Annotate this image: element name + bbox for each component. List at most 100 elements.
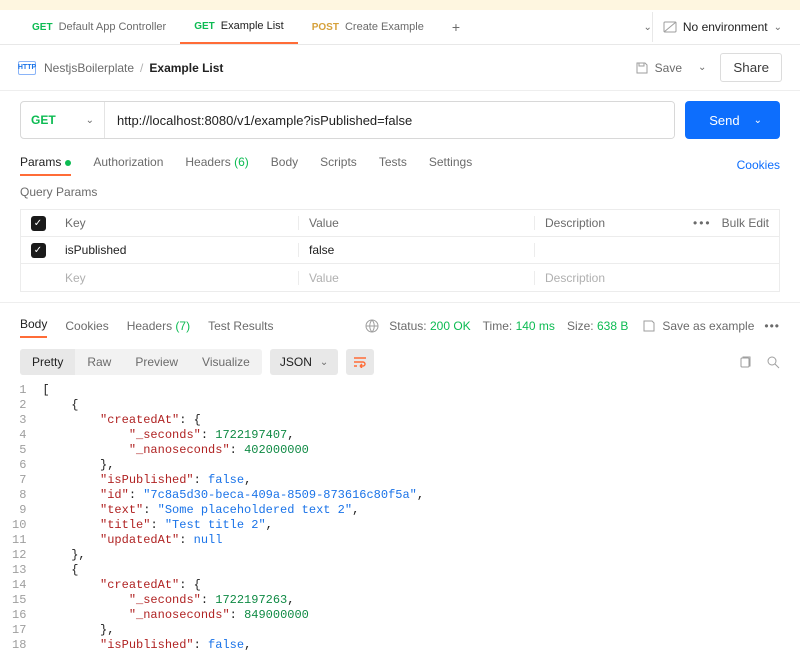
query-params-label: Query Params bbox=[0, 181, 800, 203]
http-badge-icon: HTTP bbox=[18, 61, 36, 75]
url-box: GET ⌄ bbox=[20, 101, 675, 139]
subtab-scripts[interactable]: Scripts bbox=[320, 155, 357, 175]
response-toolbar: Pretty Raw Preview Visualize JSON ⌄ bbox=[0, 341, 800, 383]
table-row: ✓ isPublished false bbox=[21, 237, 779, 264]
save-icon bbox=[642, 319, 656, 333]
subtab-settings[interactable]: Settings bbox=[429, 155, 472, 175]
tab-default-app-controller[interactable]: GET Default App Controller bbox=[18, 10, 180, 44]
format-select[interactable]: JSON ⌄ bbox=[270, 349, 338, 375]
chevron-down-icon: ⌄ bbox=[320, 357, 328, 368]
bulk-edit-link[interactable]: Bulk Edit bbox=[722, 216, 769, 230]
save-button[interactable]: Save bbox=[625, 56, 692, 80]
resp-headers-label: Headers bbox=[127, 319, 172, 333]
method-select[interactable]: GET ⌄ bbox=[21, 102, 105, 138]
resp-tab-test-results[interactable]: Test Results bbox=[208, 319, 273, 333]
tab-label: Create Example bbox=[345, 21, 424, 33]
status-info: Status: 200 OK Time: 140 ms Size: 638 B bbox=[389, 319, 628, 333]
row-checkbox[interactable]: ✓ bbox=[31, 243, 46, 258]
save-dropdown-chevron[interactable]: ⌄ bbox=[698, 62, 706, 73]
environment-label: No environment bbox=[683, 20, 768, 34]
json-code: [ { "createdAt": { "_seconds": 172219740… bbox=[42, 383, 424, 651]
environment-select[interactable]: No environment ⌄ bbox=[653, 10, 792, 45]
subtab-label: Headers bbox=[185, 155, 230, 169]
subtab-headers[interactable]: Headers (6) bbox=[185, 155, 248, 175]
subtab-body[interactable]: Body bbox=[271, 155, 298, 175]
col-key: Key bbox=[55, 216, 299, 230]
response-body[interactable]: 123456789101112131415161718 [ { "created… bbox=[0, 383, 800, 651]
param-key-placeholder[interactable]: Key bbox=[55, 271, 299, 285]
params-header-row: ✓ Key Value Description ••• Bulk Edit bbox=[21, 210, 779, 237]
save-as-example-button[interactable]: Save as example bbox=[642, 319, 754, 333]
tabs-overflow-chevron[interactable]: ⌄ bbox=[644, 22, 652, 33]
view-preview[interactable]: Preview bbox=[123, 349, 190, 375]
method-badge: GET bbox=[194, 21, 215, 32]
col-value: Value bbox=[299, 216, 535, 230]
select-all-checkbox[interactable]: ✓ bbox=[31, 216, 46, 231]
resp-headers-count: (7) bbox=[175, 319, 190, 333]
url-input[interactable] bbox=[105, 102, 674, 138]
subtab-authorization[interactable]: Authorization bbox=[93, 155, 163, 175]
resp-tab-headers[interactable]: Headers (7) bbox=[127, 319, 190, 333]
search-icon[interactable] bbox=[766, 355, 780, 369]
title-row: HTTP NestjsBoilerplate / Example List Sa… bbox=[0, 45, 800, 91]
param-value-placeholder[interactable]: Value bbox=[299, 271, 535, 285]
globe-icon[interactable] bbox=[365, 319, 379, 333]
response-bar: Body Cookies Headers (7) Test Results St… bbox=[0, 302, 800, 341]
col-description: Description bbox=[545, 216, 605, 230]
no-env-icon bbox=[663, 20, 677, 34]
resp-tab-body[interactable]: Body bbox=[20, 317, 47, 335]
time-label: Time: bbox=[483, 319, 513, 333]
headers-count: (6) bbox=[234, 155, 249, 169]
add-tab-button[interactable]: + bbox=[438, 19, 474, 35]
request-name[interactable]: Example List bbox=[149, 61, 223, 75]
url-row: GET ⌄ Send ⌄ bbox=[0, 91, 800, 149]
param-desc-placeholder[interactable]: Description bbox=[535, 271, 779, 285]
view-raw[interactable]: Raw bbox=[75, 349, 123, 375]
save-label: Save bbox=[655, 61, 682, 75]
breadcrumb-sep: / bbox=[140, 61, 143, 75]
method-badge: GET bbox=[32, 22, 53, 33]
save-example-label: Save as example bbox=[662, 319, 754, 333]
wrap-lines-button[interactable] bbox=[346, 349, 374, 375]
status-label: Status: bbox=[389, 319, 426, 333]
share-button[interactable]: Share bbox=[720, 53, 782, 82]
subtab-tests[interactable]: Tests bbox=[379, 155, 407, 175]
status-value: 200 OK bbox=[430, 319, 471, 333]
view-visualize[interactable]: Visualize bbox=[190, 349, 262, 375]
param-key[interactable]: isPublished bbox=[55, 243, 299, 257]
chevron-down-icon: ⌄ bbox=[86, 115, 94, 126]
more-icon[interactable]: ••• bbox=[693, 216, 712, 230]
chevron-down-icon: ⌄ bbox=[774, 22, 782, 33]
tab-label: Default App Controller bbox=[59, 21, 167, 33]
request-subtabs: Params Authorization Headers (6) Body Sc… bbox=[0, 149, 800, 181]
param-value[interactable]: false bbox=[299, 243, 535, 257]
tab-create-example[interactable]: POST Create Example bbox=[298, 10, 438, 44]
size-value: 638 B bbox=[597, 319, 628, 333]
subtab-label: Params bbox=[20, 155, 61, 169]
params-table: ✓ Key Value Description ••• Bulk Edit ✓ … bbox=[20, 209, 780, 292]
tab-label: Example List bbox=[221, 20, 284, 32]
cookies-link[interactable]: Cookies bbox=[737, 158, 780, 172]
resp-tab-cookies[interactable]: Cookies bbox=[65, 319, 108, 333]
method-value: GET bbox=[31, 113, 56, 127]
breadcrumb-collection[interactable]: NestjsBoilerplate bbox=[44, 61, 134, 75]
notification-bar bbox=[0, 0, 800, 10]
copy-icon[interactable] bbox=[738, 355, 752, 369]
send-label: Send bbox=[709, 113, 739, 128]
time-value: 140 ms bbox=[516, 319, 555, 333]
view-pretty[interactable]: Pretty bbox=[20, 349, 75, 375]
send-dropdown-chevron[interactable]: ⌄ bbox=[754, 115, 762, 126]
tab-example-list[interactable]: GET Example List bbox=[180, 10, 298, 44]
size-label: Size: bbox=[567, 319, 594, 333]
response-more-icon[interactable]: ••• bbox=[764, 319, 780, 333]
view-mode-segment: Pretty Raw Preview Visualize bbox=[20, 349, 262, 375]
subtab-params[interactable]: Params bbox=[20, 155, 71, 175]
save-icon bbox=[635, 61, 649, 75]
format-value: JSON bbox=[280, 355, 312, 369]
params-active-dot bbox=[65, 160, 71, 166]
table-row-empty: Key Value Description bbox=[21, 264, 779, 291]
line-gutter: 123456789101112131415161718 bbox=[6, 383, 42, 651]
method-badge: POST bbox=[312, 22, 339, 33]
send-button[interactable]: Send ⌄ bbox=[685, 101, 780, 139]
request-tabs-bar: GET Default App Controller GET Example L… bbox=[0, 10, 800, 45]
